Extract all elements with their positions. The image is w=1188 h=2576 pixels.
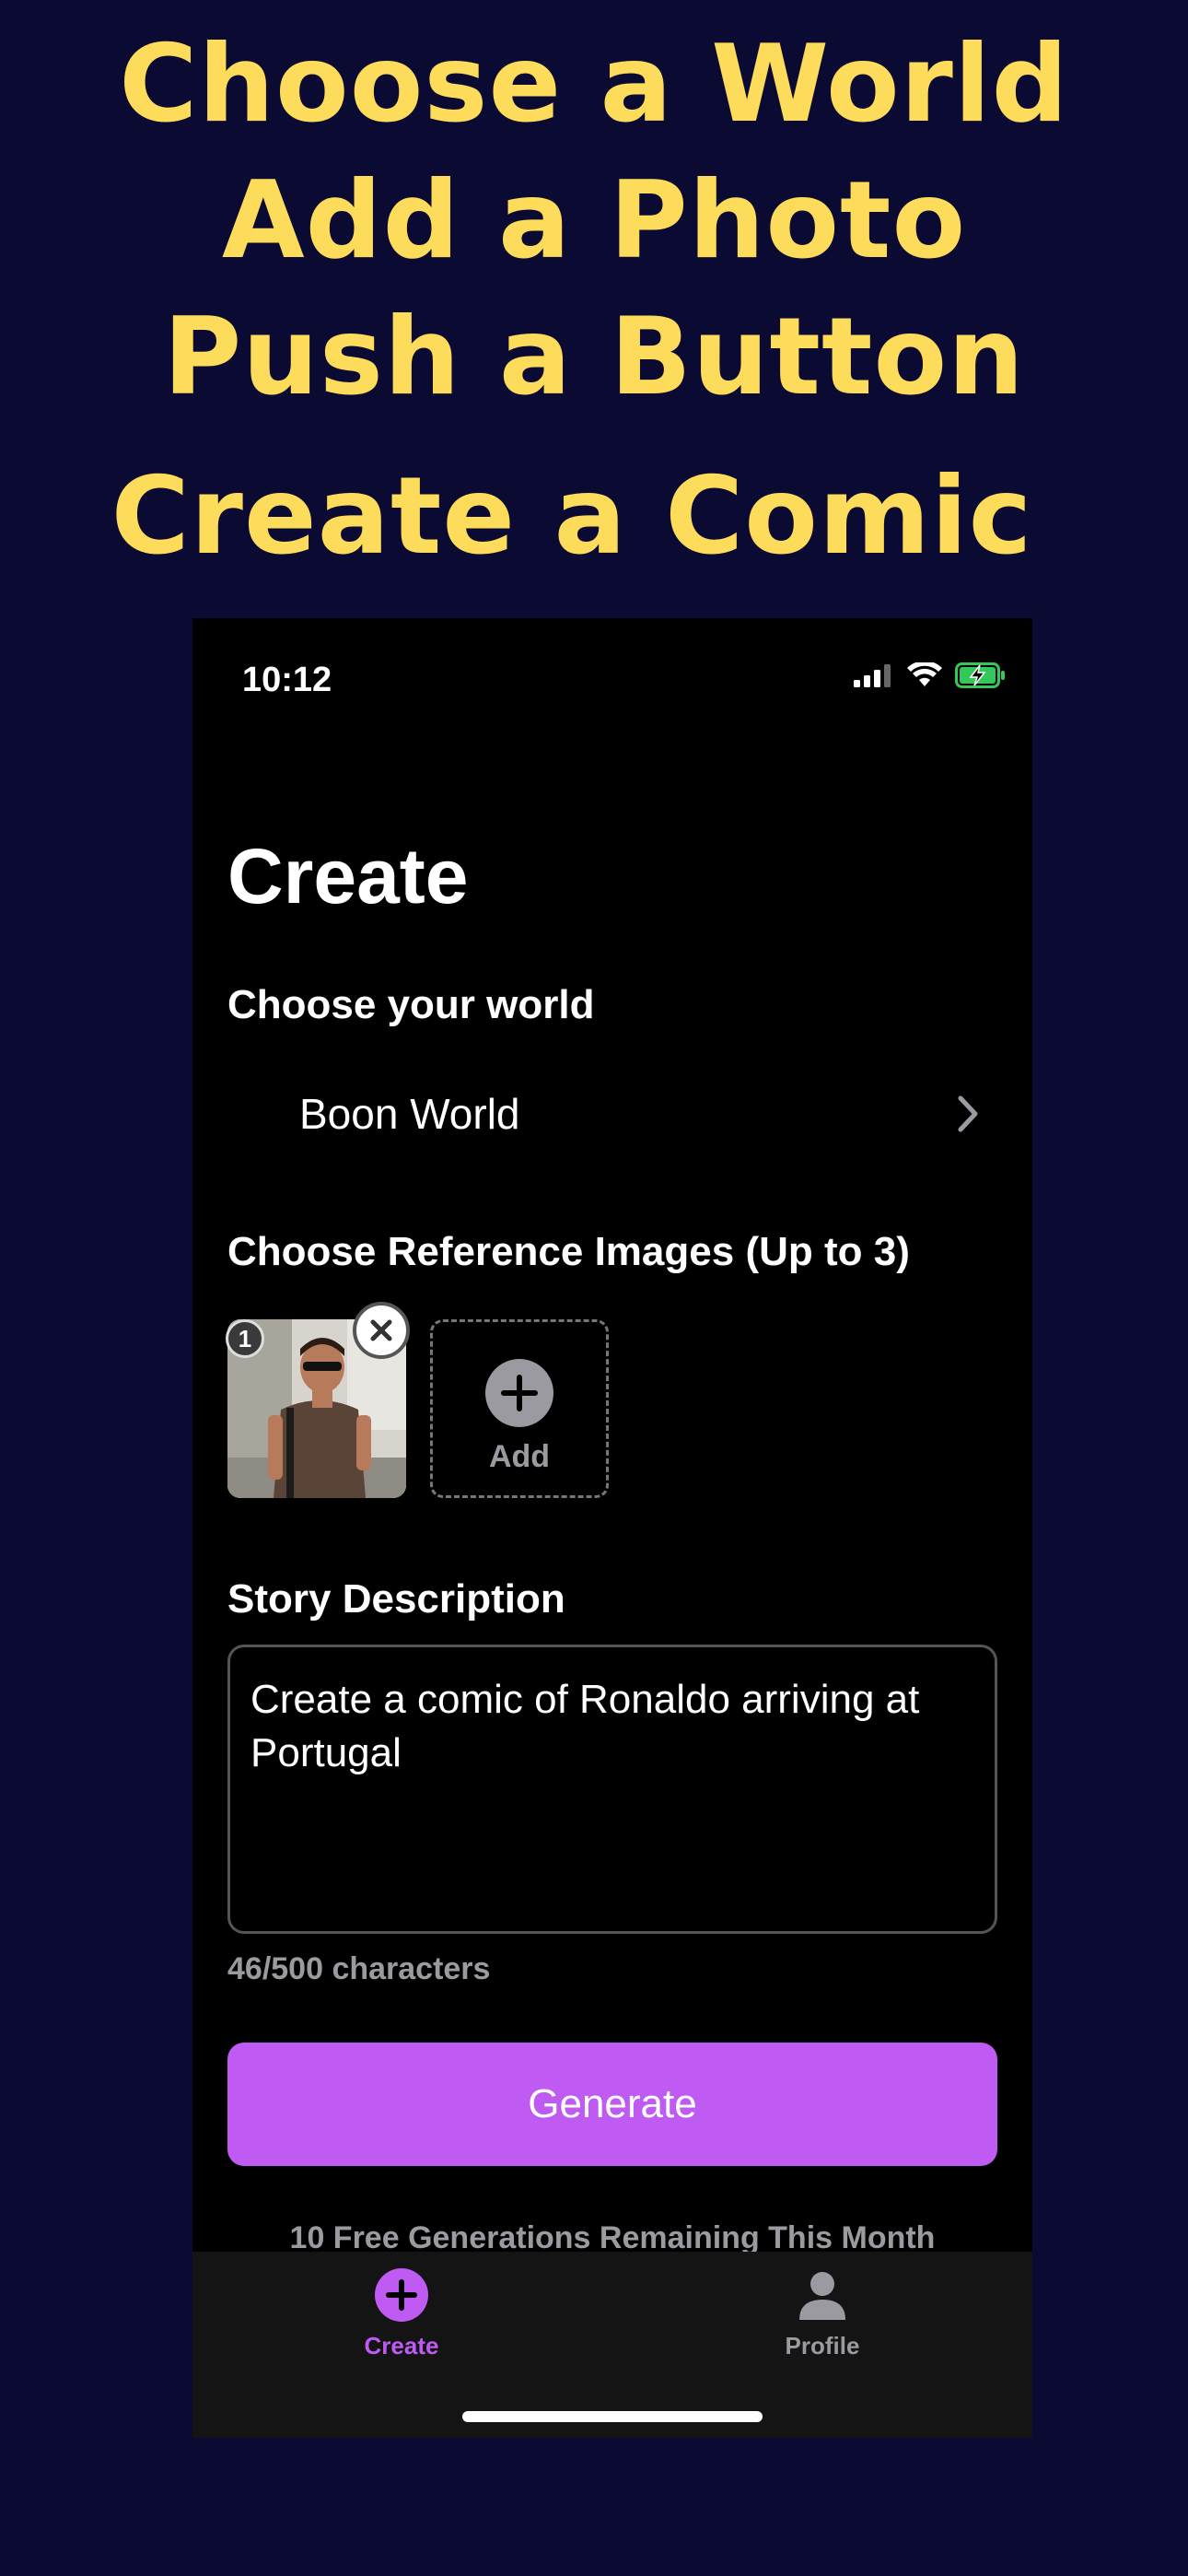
story-description-input[interactable]: Create a comic of Ronaldo arriving at Po…	[227, 1645, 997, 1934]
phone-screen: 10:12 Create Choose your world Boon Worl…	[192, 618, 1032, 2438]
plus-circle-icon	[485, 1359, 553, 1427]
cellular-signal-icon	[854, 664, 891, 687]
plus-circle-icon	[375, 2268, 428, 2322]
add-label: Add	[488, 1439, 551, 1474]
home-indicator	[462, 2411, 763, 2422]
status-icons	[854, 662, 1007, 688]
promo-line-4: Create a Comic	[111, 454, 1033, 579]
tab-create-label: Create	[364, 2332, 439, 2359]
generate-button[interactable]: Generate	[227, 2043, 997, 2166]
story-section-label: Story Description	[227, 1576, 565, 1622]
chevron-right-icon	[958, 1095, 978, 1132]
battery-charging-icon	[955, 662, 1005, 688]
promo-line-2: Add a Photo	[221, 158, 967, 283]
world-selector[interactable]: Boon World	[227, 1072, 997, 1155]
tab-bar: Create Profile	[192, 2252, 1032, 2438]
promo-line-1: Choose a World	[119, 22, 1069, 146]
world-name: Boon World	[299, 1090, 520, 1138]
tab-create[interactable]: Create	[309, 2268, 494, 2360]
wifi-icon	[907, 662, 942, 686]
tab-profile[interactable]: Profile	[730, 2268, 914, 2360]
reference-section-label: Choose Reference Images (Up to 3)	[227, 1229, 910, 1274]
tab-profile-label: Profile	[785, 2332, 860, 2359]
add-image-button[interactable]: Add	[430, 1319, 609, 1498]
world-section-label: Choose your world	[227, 982, 595, 1027]
character-count: 46/500 characters	[227, 1951, 491, 1986]
close-icon	[370, 1319, 392, 1341]
remove-image-button[interactable]	[353, 1302, 410, 1359]
person-icon	[799, 2272, 845, 2320]
page-title: Create	[227, 833, 469, 919]
status-time: 10:12	[242, 661, 332, 699]
promo-line-3: Push a Button	[163, 295, 1025, 419]
image-order-badge: 1	[226, 1319, 264, 1358]
